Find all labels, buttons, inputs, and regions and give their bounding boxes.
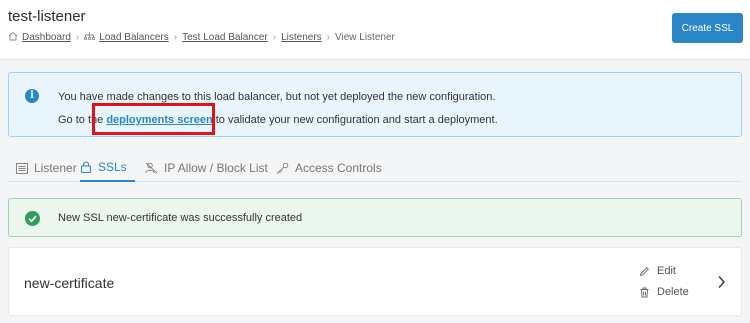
chevron-right-icon: ›: [326, 32, 330, 43]
highlight-annotation: [92, 103, 215, 135]
load-balancer-icon: [84, 31, 96, 44]
info-icon: i: [25, 89, 39, 103]
list-icon: [16, 162, 28, 174]
delete-label: Delete: [657, 286, 689, 298]
tab-ip-allow-block-list[interactable]: IP Allow / Block List: [145, 154, 268, 182]
edit-button[interactable]: Edit: [639, 265, 676, 277]
tab-access-controls[interactable]: Access Controls: [276, 154, 382, 182]
tab-bar: Listener SSLs IP Allow / Block List Acce…: [8, 154, 742, 182]
chevron-right-icon: ›: [173, 32, 178, 43]
tab-label: Access Controls: [295, 161, 382, 175]
breadcrumb-listeners[interactable]: Listeners: [281, 32, 322, 43]
tab-ssls[interactable]: SSLs: [80, 154, 135, 182]
delete-button[interactable]: Delete: [639, 286, 689, 298]
chevron-right-icon[interactable]: [717, 275, 726, 292]
edit-label: Edit: [657, 265, 676, 277]
certificate-card[interactable]: new-certificate Edit Delete: [8, 247, 742, 316]
page-title: test-listener: [8, 8, 86, 25]
breadcrumb: Dashboard › Load Balancers › Test Load B…: [8, 31, 395, 44]
chevron-right-icon: ›: [75, 32, 80, 43]
certificate-name: new-certificate: [24, 275, 115, 291]
tab-label: Listener: [34, 161, 77, 175]
breadcrumb-dashboard[interactable]: Dashboard: [22, 32, 71, 43]
info-message: You have made changes to this load balan…: [58, 91, 496, 103]
tab-label: SSLs: [98, 160, 127, 174]
lock-icon: [80, 161, 92, 173]
pencil-icon: [639, 266, 650, 277]
tab-listener[interactable]: Listener: [16, 154, 77, 182]
check-circle-icon: [25, 211, 40, 226]
info-text-suffix: to validate your new configuration and s…: [212, 114, 498, 126]
breadcrumb-test-load-balancer[interactable]: Test Load Balancer: [182, 32, 268, 43]
trash-icon: [639, 287, 650, 298]
success-alert: New SSL new-certificate was successfully…: [8, 198, 742, 237]
chevron-right-icon: ›: [272, 32, 277, 43]
breadcrumb-current: View Listener: [335, 32, 395, 43]
create-ssl-button[interactable]: Create SSL: [672, 13, 743, 43]
success-message: New SSL new-certificate was successfully…: [58, 212, 303, 224]
breadcrumb-load-balancers[interactable]: Load Balancers: [99, 32, 169, 43]
page-header: test-listener Dashboard › Load Balancers…: [0, 0, 750, 60]
tab-label: IP Allow / Block List: [164, 161, 268, 175]
home-icon: [8, 31, 18, 44]
key-icon: [276, 162, 289, 174]
block-user-icon: [145, 162, 158, 174]
